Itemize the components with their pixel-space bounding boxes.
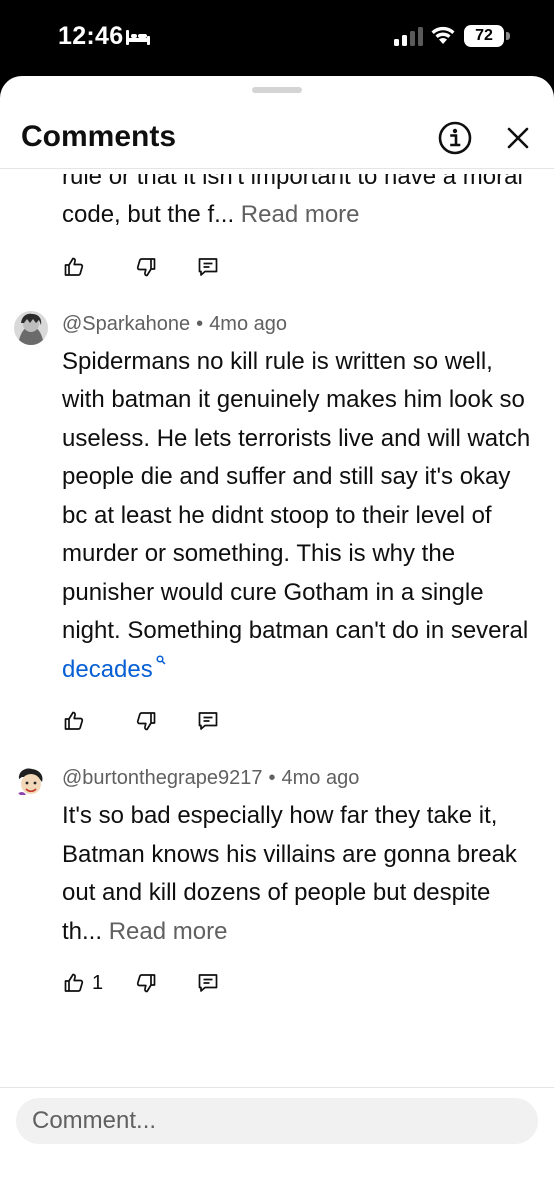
comment-search-link[interactable]: decades (62, 656, 153, 683)
battery-level: 72 (464, 25, 504, 47)
comment-author[interactable]: @burtonthegrape9217 (62, 767, 262, 789)
comment-body: Spidermans no kill rule is written so we… (62, 347, 531, 645)
info-icon[interactable] (437, 120, 473, 156)
comment-author[interactable]: @Sparkahone (62, 313, 190, 335)
header-divider (0, 168, 554, 169)
dislike-button[interactable] (134, 253, 158, 281)
comment-meta: @Sparkahone • 4mo ago (62, 307, 532, 341)
comment-actions (62, 689, 532, 753)
comments-sheet: Comments rule or that it isn't important… (0, 76, 554, 1200)
bed-icon (126, 30, 150, 45)
dislike-button[interactable] (134, 707, 158, 735)
reply-icon (198, 712, 218, 730)
comment-actions: 1 (62, 951, 532, 1015)
sheet-title: Comments (21, 120, 177, 153)
sheet-grabber[interactable] (252, 87, 302, 93)
like-icon (64, 973, 84, 992)
avatar[interactable] (14, 310, 48, 345)
like-button[interactable] (62, 707, 92, 735)
avatar[interactable] (14, 765, 48, 799)
like-icon (64, 257, 84, 276)
close-icon[interactable] (501, 121, 535, 155)
comment-input[interactable]: Comment... (16, 1098, 538, 1144)
meta-separator: • (268, 767, 276, 789)
status-bar: 12:46 72 (0, 0, 554, 76)
comment-item: rule or that it isn't important to have … (0, 169, 554, 299)
reply-button[interactable] (196, 253, 220, 281)
comment-text: It's so bad especially how far they take… (62, 797, 532, 951)
like-count: 1 (92, 971, 104, 994)
comment-actions (62, 235, 532, 299)
like-button[interactable]: 1 (62, 969, 103, 997)
comment-text: rule or that it isn't important to have … (62, 169, 532, 235)
meta-separator: • (196, 312, 204, 335)
comment-age: 4mo ago (209, 312, 288, 335)
dislike-button[interactable] (134, 969, 158, 997)
like-button[interactable] (62, 253, 92, 281)
comment-composer: Comment... (0, 1088, 554, 1200)
read-more-link[interactable]: Read more (241, 201, 360, 228)
reply-button[interactable] (196, 707, 220, 735)
dislike-icon (136, 257, 156, 276)
comment-age: 4mo ago (281, 767, 360, 789)
reply-button[interactable] (196, 969, 220, 997)
avatar-image (14, 765, 48, 799)
comment-meta: @burtonthegrape9217 • 4mo ago (62, 761, 532, 795)
reply-icon (198, 974, 218, 992)
like-icon (64, 711, 84, 730)
comments-list[interactable]: rule or that it isn't important to have … (0, 169, 554, 1087)
dislike-icon (136, 712, 156, 731)
avatar-image (14, 310, 48, 345)
comment-item: @Sparkahone • 4mo ago Spidermans no kill r… (0, 299, 554, 754)
battery-icon: 72 (464, 25, 510, 47)
comment-text: Spidermans no kill rule is written so we… (62, 343, 532, 690)
read-more-link[interactable]: Read more (109, 918, 228, 945)
comment-item: @burtonthegrape9217 • 4mo ago It's so bad … (0, 753, 554, 1015)
search-link-icon (156, 654, 166, 665)
status-time: 12:46 (58, 22, 124, 50)
dislike-icon (136, 974, 156, 993)
reply-icon (198, 257, 218, 276)
cellular-signal-icon (394, 27, 423, 46)
wifi-icon (431, 26, 455, 44)
